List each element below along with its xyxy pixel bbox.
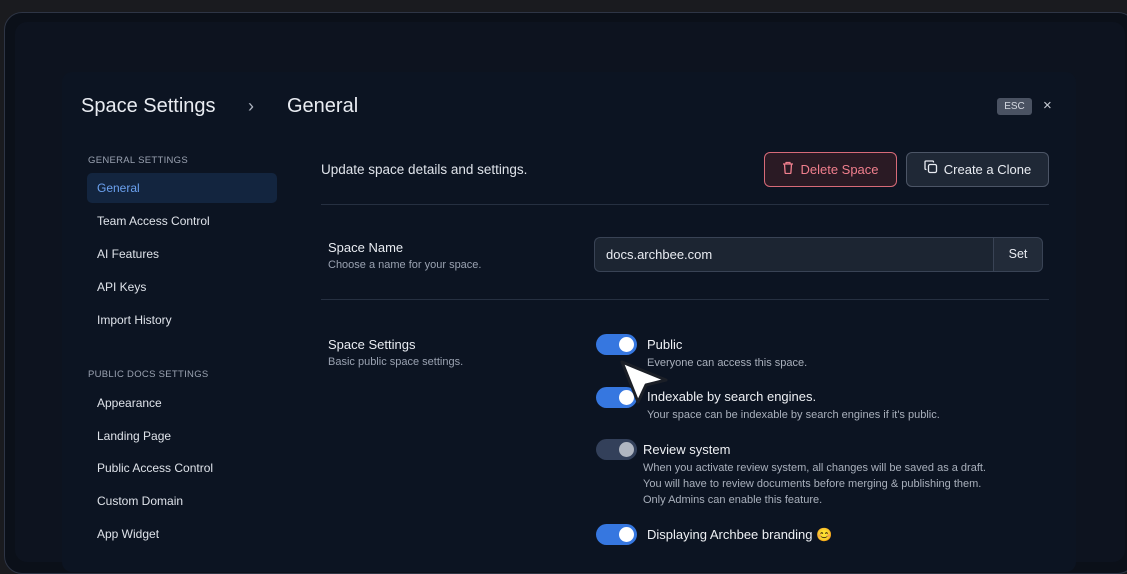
sidebar-heading-general: GENERAL SETTINGS xyxy=(88,155,188,166)
review-option-desc-2: You will have to review documents before… xyxy=(643,478,982,490)
toggle-knob xyxy=(619,442,634,457)
toggle-knob xyxy=(619,527,634,542)
review-option-title: Review system xyxy=(643,442,731,457)
sidebar-item-landing-page[interactable]: Landing Page xyxy=(87,421,277,451)
sidebar-item-general[interactable]: General xyxy=(87,173,277,203)
review-option-desc-1: When you activate review system, all cha… xyxy=(643,462,986,474)
sidebar-item-api-keys[interactable]: API Keys xyxy=(87,272,277,302)
space-settings-hint: Basic public space settings. xyxy=(328,356,464,368)
create-clone-label: Create a Clone xyxy=(943,162,1032,177)
sidebar-heading-public-docs: PUBLIC DOCS SETTINGS xyxy=(88,369,209,380)
close-icon[interactable]: × xyxy=(1043,97,1052,114)
public-toggle[interactable] xyxy=(596,334,637,355)
sidebar-item-public-access-control[interactable]: Public Access Control xyxy=(87,453,277,483)
breadcrumb-chevron-icon: › xyxy=(248,96,254,116)
breadcrumb-space-settings[interactable]: Space Settings xyxy=(81,95,216,118)
sidebar-item-app-widget[interactable]: App Widget xyxy=(87,519,277,549)
esc-badge: ESC xyxy=(997,98,1032,115)
indexable-option-desc: Your space can be indexable by search en… xyxy=(647,409,940,421)
copy-icon xyxy=(924,153,938,186)
sidebar-item-appearance[interactable]: Appearance xyxy=(87,388,277,418)
delete-space-button[interactable]: Delete Space xyxy=(764,152,897,187)
indexable-option-title: Indexable by search engines. xyxy=(647,389,817,404)
sidebar-item-ai-features[interactable]: AI Features xyxy=(87,239,277,269)
sidebar-item-import-history[interactable]: Import History xyxy=(87,305,277,335)
branding-option-title: Displaying Archbee branding 😊 xyxy=(647,527,833,542)
space-name-input[interactable]: docs.archbee.com xyxy=(594,237,994,272)
review-system-toggle[interactable] xyxy=(596,439,637,460)
mouse-cursor-icon xyxy=(618,358,672,409)
trash-icon xyxy=(782,153,794,186)
space-settings-label: Space Settings xyxy=(328,337,416,352)
toggle-knob xyxy=(619,337,634,352)
create-clone-button[interactable]: Create a Clone xyxy=(906,152,1049,187)
section-divider xyxy=(321,299,1049,300)
space-name-label: Space Name xyxy=(328,240,404,255)
space-name-hint: Choose a name for your space. xyxy=(328,259,482,271)
branding-toggle[interactable] xyxy=(596,524,637,545)
set-name-button[interactable]: Set xyxy=(993,237,1043,272)
public-option-title: Public xyxy=(647,337,683,352)
page-description: Update space details and settings. xyxy=(321,162,528,177)
sidebar-item-team-access-control[interactable]: Team Access Control xyxy=(87,206,277,236)
sidebar-item-custom-domain[interactable]: Custom Domain xyxy=(87,486,277,516)
page-title: General xyxy=(287,95,359,117)
delete-space-label: Delete Space xyxy=(800,162,879,177)
section-divider xyxy=(321,204,1049,205)
review-option-desc-3: Only Admins can enable this feature. xyxy=(643,494,823,506)
